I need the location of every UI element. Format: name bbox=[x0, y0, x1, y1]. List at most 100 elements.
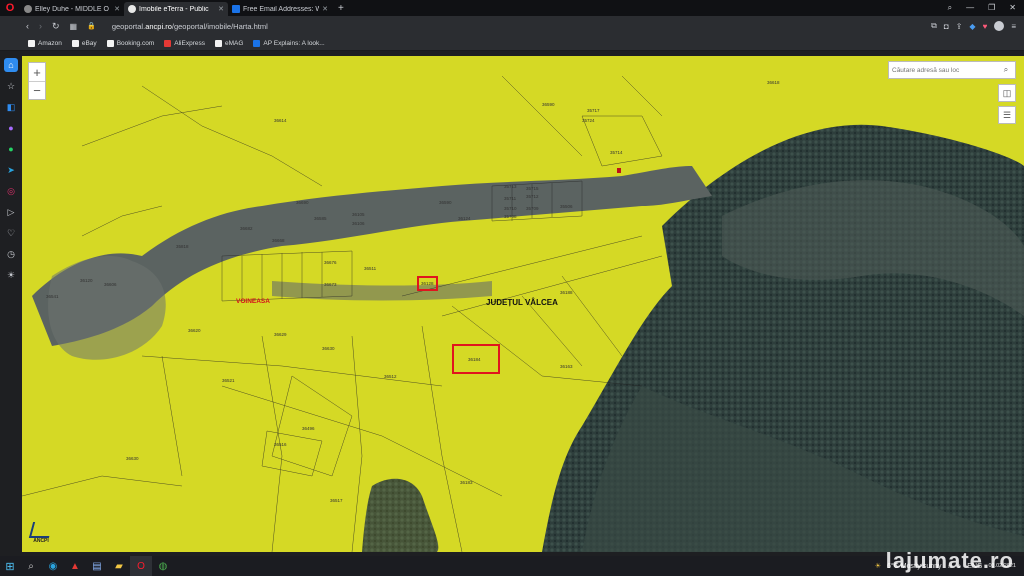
parcel-label[interactable]: 35818 bbox=[176, 244, 189, 249]
menu-icon[interactable]: ≡ bbox=[1011, 22, 1016, 31]
search-tabs-icon[interactable]: ⌕ bbox=[948, 3, 952, 13]
parcel-label[interactable]: 35717 bbox=[587, 108, 600, 113]
parcel-label[interactable]: 36618 bbox=[767, 80, 780, 85]
bookmark-item[interactable]: AliExpress bbox=[164, 39, 205, 47]
parcel-label[interactable]: 36590 bbox=[542, 102, 555, 107]
parcel-label[interactable]: 36682 bbox=[240, 226, 253, 231]
legend-button[interactable]: ☰ bbox=[998, 106, 1016, 124]
tips-icon[interactable]: ☀ bbox=[4, 268, 18, 282]
speed-dial-icon[interactable]: ▦ bbox=[70, 22, 78, 31]
parcel-label[interactable]: 36590 bbox=[439, 200, 452, 205]
vpn-icon[interactable]: ◆ bbox=[969, 22, 975, 31]
search-input[interactable] bbox=[889, 62, 997, 78]
browser-tab[interactable]: Free Email Addresses: Web ✕ bbox=[228, 2, 332, 16]
instagram-icon[interactable]: ◎ bbox=[4, 184, 18, 198]
parcel-label[interactable]: 36516 bbox=[274, 442, 287, 447]
parcel-label[interactable]: 35709 bbox=[526, 206, 539, 211]
parcel-label[interactable]: 36676 bbox=[324, 260, 337, 265]
history-icon[interactable]: ◷ bbox=[4, 247, 18, 261]
reload-icon[interactable]: ↻ bbox=[52, 21, 60, 32]
share-icon[interactable]: ⇪ bbox=[956, 22, 963, 31]
parcel-label[interactable]: 36106 bbox=[352, 221, 365, 226]
parcel-label[interactable]: 36120 bbox=[80, 278, 93, 283]
profile-icon[interactable] bbox=[994, 21, 1005, 31]
parcel-label[interactable]: 35713 bbox=[504, 184, 517, 189]
close-tab-icon[interactable]: ✕ bbox=[218, 5, 224, 13]
bookmark-item[interactable]: eMAG bbox=[214, 39, 243, 47]
parcel-label[interactable]: 36124 bbox=[458, 216, 471, 221]
parcel-label[interactable]: 36606 bbox=[104, 282, 117, 287]
browser-tab[interactable]: Elley Duhe - MIDDLE O ✕ bbox=[20, 2, 124, 16]
parcel-label[interactable]: 36512 bbox=[384, 374, 397, 379]
wallet-icon[interactable]: ◧ bbox=[4, 100, 18, 114]
close-tab-icon[interactable]: ✕ bbox=[322, 5, 328, 13]
parcel-label[interactable]: 36541 bbox=[46, 294, 59, 299]
parcel-label[interactable]: 35715 bbox=[526, 186, 539, 191]
camera-icon[interactable]: ◘ bbox=[944, 22, 949, 31]
opera-taskbar-icon[interactable]: O bbox=[130, 556, 152, 576]
snapshot-icon[interactable]: ⧉ bbox=[931, 21, 937, 31]
autocad-icon[interactable]: ▲ bbox=[64, 556, 86, 576]
telegram-icon[interactable]: ➤ bbox=[4, 163, 18, 177]
parcel-label[interactable]: 36511 bbox=[364, 266, 376, 271]
parcel-label[interactable]: 36629 bbox=[274, 332, 287, 337]
home-icon[interactable]: ⌂ bbox=[4, 58, 18, 72]
parcel-label[interactable]: 36105 bbox=[352, 212, 365, 217]
edge-icon[interactable]: ◉ bbox=[42, 556, 64, 576]
highlight-parcel-large[interactable]: 36184 bbox=[452, 344, 500, 374]
task-view-icon[interactable]: ⌕ bbox=[20, 556, 42, 576]
url-field[interactable]: geoportal.ancpi.ro/geoportal/imobile/Har… bbox=[112, 22, 268, 31]
parcel-label[interactable]: 36183 bbox=[460, 480, 473, 485]
minimize-icon[interactable]: — bbox=[966, 3, 974, 13]
player-icon[interactable]: ▷ bbox=[4, 205, 18, 219]
parcel-label[interactable]: 36517 bbox=[330, 498, 343, 503]
restore-icon[interactable]: ❐ bbox=[988, 3, 995, 13]
zoom-in-button[interactable]: + bbox=[29, 63, 45, 81]
bookmark-item[interactable]: eBay bbox=[71, 39, 97, 47]
heart-icon[interactable]: ♥ bbox=[983, 22, 988, 31]
close-window-icon[interactable]: ✕ bbox=[1009, 3, 1016, 13]
parcel-label[interactable]: 36690 bbox=[296, 200, 309, 205]
bookmark-item[interactable]: AP Explains: A look... bbox=[253, 39, 325, 47]
parcel-label[interactable]: 36614 bbox=[274, 118, 287, 123]
parcel-label[interactable]: 35506 bbox=[560, 204, 573, 209]
windows-start-icon[interactable]: ⊞ bbox=[0, 556, 20, 576]
search-icon[interactable]: ⌕ bbox=[997, 65, 1015, 75]
bookmark-item[interactable]: Amazon bbox=[28, 39, 62, 47]
zoom-out-button[interactable]: − bbox=[29, 81, 45, 99]
whatsapp-icon[interactable]: ● bbox=[4, 142, 18, 156]
parcel-label[interactable]: 36521 bbox=[222, 378, 235, 383]
parcel-label[interactable]: 35714 bbox=[610, 150, 623, 155]
parcel-label[interactable]: 36188 bbox=[560, 290, 573, 295]
browser-tab-active[interactable]: Imobile eTerra - Public ✕ bbox=[124, 2, 228, 16]
new-tab-button[interactable]: + bbox=[332, 3, 350, 14]
parcel-label[interactable]: 36585 bbox=[314, 216, 327, 221]
parcel-label[interactable]: 36630 bbox=[322, 346, 335, 351]
cadastral-map[interactable]: 36614 36618 36590 35717 35724 35714 3571… bbox=[22, 56, 1024, 552]
parcel-label[interactable]: 35712 bbox=[526, 194, 539, 199]
chrome-icon[interactable]: ◍ bbox=[152, 556, 174, 576]
parcel-label[interactable]: 36163 bbox=[560, 364, 573, 369]
favorites-icon[interactable]: ♡ bbox=[4, 226, 18, 240]
messenger-icon[interactable]: ● bbox=[4, 121, 18, 135]
opera-menu-icon[interactable]: O bbox=[0, 0, 20, 16]
parcel-label[interactable]: 35711 bbox=[504, 196, 516, 201]
close-tab-icon[interactable]: ✕ bbox=[114, 5, 120, 13]
bookmark-item[interactable]: Booking.com bbox=[106, 39, 154, 47]
highlight-parcel-small[interactable]: 36128 bbox=[417, 276, 438, 291]
parcel-label[interactable]: 35710 bbox=[504, 206, 517, 211]
back-icon[interactable]: ‹ bbox=[26, 21, 29, 31]
basemap-button[interactable]: ◫ bbox=[998, 84, 1016, 102]
parcel-label[interactable]: 36620 bbox=[188, 328, 201, 333]
parcel-label[interactable]: 36630 bbox=[126, 456, 139, 461]
parcel-label[interactable]: 36673 bbox=[324, 282, 337, 287]
file-explorer-icon[interactable]: ▰ bbox=[108, 556, 130, 576]
parcel-label[interactable]: 36496 bbox=[302, 426, 315, 431]
calculator-icon[interactable]: ▤ bbox=[86, 556, 108, 576]
forward-icon[interactable]: › bbox=[39, 21, 42, 31]
parcel-label[interactable]: 36668 bbox=[272, 238, 285, 243]
star-icon[interactable]: ☆ bbox=[4, 79, 18, 93]
lock-icon[interactable]: 🔒 bbox=[87, 22, 96, 30]
parcel-label[interactable]: 35708 bbox=[504, 214, 517, 219]
parcel-label[interactable]: 35724 bbox=[582, 118, 595, 123]
